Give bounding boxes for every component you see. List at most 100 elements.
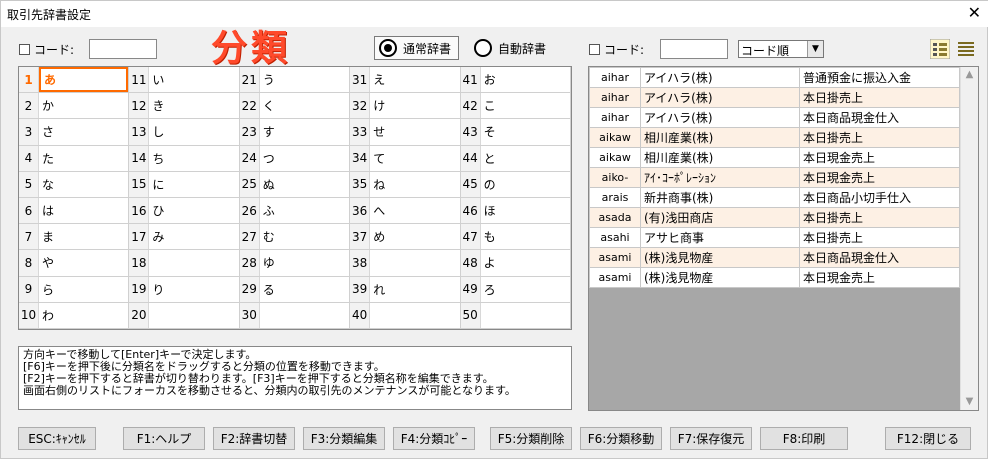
f5-delete-category-button[interactable]: F5:分類削除 (490, 427, 572, 450)
normal-dictionary-label: 通常辞書 (403, 41, 452, 56)
category-cell[interactable]: 31 え (350, 67, 461, 94)
category-cell[interactable]: 46 ほ (460, 198, 571, 225)
category-cell[interactable]: 22 く (239, 93, 351, 120)
table-row[interactable]: aihar アイハラ(株) 本日掛売上 (589, 87, 960, 108)
category-cell[interactable]: 30 (239, 302, 351, 329)
f2-switch-dictionary-button[interactable]: F2:辞書切替 (213, 427, 295, 450)
f3-edit-category-button[interactable]: F3:分類編集 (303, 427, 385, 450)
category-cell[interactable]: 38 (350, 250, 461, 277)
table-row[interactable]: aikaw 相川産業(株) 本日現金売上 (589, 147, 960, 168)
list-scrollbar[interactable]: ▲ ▼ (960, 67, 978, 410)
client-description: 本日現金売上 (799, 167, 960, 188)
category-cell[interactable]: 41 お (460, 67, 571, 94)
category-cell[interactable]: 18 (129, 250, 240, 277)
f6-move-category-button[interactable]: F6:分類移動 (580, 427, 662, 450)
category-cell[interactable]: 42 こ (460, 93, 571, 120)
left-code-checkbox[interactable]: コード: (19, 41, 74, 58)
category-cell[interactable]: 45 の (460, 171, 571, 198)
normal-dictionary-radio[interactable]: 通常辞書 (374, 36, 459, 60)
client-description: 本日商品現金仕入 (799, 247, 960, 268)
scroll-up-icon[interactable]: ▲ (961, 67, 978, 83)
right-code-checkbox[interactable]: コード: (589, 41, 644, 58)
f1-help-button[interactable]: F1:ヘルプ (123, 427, 205, 450)
category-cell[interactable]: 19 り (129, 276, 240, 303)
grid-view-icon[interactable] (930, 39, 950, 59)
category-number: 9 (19, 276, 39, 302)
category-cell[interactable]: 34 て (350, 145, 461, 172)
category-number: 49 (460, 276, 481, 302)
category-cell[interactable]: 16 ひ (129, 198, 240, 225)
table-row[interactable]: arais 新井商事(株) 本日商品小切手仕入 (589, 187, 960, 208)
checkbox-icon (589, 44, 600, 55)
f7-save-restore-button[interactable]: F7:保存復元 (670, 427, 752, 450)
category-name: ち (152, 151, 165, 166)
category-cell[interactable]: 47 も (460, 224, 571, 251)
category-cell[interactable]: 29 る (239, 276, 351, 303)
left-code-input[interactable] (89, 39, 157, 59)
f8-print-button[interactable]: F8:印刷 (760, 427, 848, 450)
esc-cancel-button[interactable]: ESC:ｷｬﾝｾﾙ (18, 427, 96, 450)
table-row[interactable]: asami (株)浅見物産 本日商品現金仕入 (589, 247, 960, 268)
category-cell[interactable]: 8や (19, 250, 130, 277)
category-cell[interactable]: 32 け (350, 93, 461, 120)
category-cell[interactable]: 6は (19, 198, 130, 225)
category-cell[interactable]: 25 ぬ (239, 171, 351, 198)
category-cell[interactable]: 49 ろ (460, 276, 571, 303)
client-name: アイハラ(株) (640, 87, 800, 108)
category-cell[interactable]: 5な (19, 171, 130, 198)
category-number: 27 (239, 224, 260, 250)
category-name: る (262, 282, 275, 297)
table-row[interactable]: aihar アイハラ(株) 普通預金に振込入金 (589, 67, 960, 88)
category-cell[interactable]: 10 わ (19, 302, 130, 329)
client-description: 本日掛売上 (799, 127, 960, 148)
f4-copy-category-button[interactable]: F4:分類ｺﾋﾟｰ (393, 427, 475, 450)
f12-close-button[interactable]: F12:閉じる (885, 427, 971, 450)
list-view-icon[interactable] (956, 39, 976, 59)
category-cell[interactable]: 17 み (129, 224, 240, 251)
category-cell[interactable]: 3さ (19, 119, 130, 146)
scroll-down-icon[interactable]: ▼ (961, 394, 978, 410)
table-row[interactable]: asami (株)浅見物産 本日現金売上 (589, 267, 960, 288)
category-cell[interactable]: 24 つ (239, 145, 351, 172)
category-cell[interactable]: 36 へ (350, 198, 461, 225)
table-row[interactable]: asahi アサヒ商事 本日掛売上 (589, 227, 960, 248)
category-cell[interactable]: 11 い (129, 67, 240, 94)
auto-dictionary-radio[interactable]: 自動辞書 (470, 36, 560, 60)
category-cell[interactable]: 1あ (19, 67, 130, 94)
category-cell[interactable]: 23 す (239, 119, 351, 146)
category-number: 18 (129, 250, 150, 276)
category-cell[interactable]: 35 ね (350, 171, 461, 198)
category-cell[interactable]: 43 そ (460, 119, 571, 146)
category-cell[interactable]: 27 む (239, 224, 351, 251)
category-cell[interactable]: 26 ふ (239, 198, 351, 225)
category-cell[interactable]: 13 し (129, 119, 240, 146)
category-number: 10 (19, 302, 39, 328)
right-code-input[interactable] (660, 39, 728, 59)
category-cell[interactable]: 37 め (350, 224, 461, 251)
category-cell[interactable]: 21 う (239, 67, 351, 94)
category-cell[interactable]: 7ま (19, 224, 130, 251)
category-cell[interactable]: 44 と (460, 145, 571, 172)
client-list: aihar アイハラ(株) 普通預金に振込入金 aihar アイハラ(株) 本日掛売上 ai… (588, 66, 979, 411)
category-cell[interactable]: 28 ゆ (239, 250, 351, 277)
category-cell[interactable]: 12 き (129, 93, 240, 120)
category-cell[interactable]: 15 に (129, 171, 240, 198)
category-cell[interactable]: 4た (19, 145, 130, 172)
category-cell[interactable]: 50 (460, 302, 571, 329)
category-cell[interactable]: 48 よ (460, 250, 571, 277)
chevron-down-icon: ▼ (807, 41, 823, 57)
category-cell[interactable]: 33 せ (350, 119, 461, 146)
sort-order-select[interactable]: コード順 ▼ (738, 40, 824, 58)
category-cell[interactable]: 20 (129, 302, 240, 329)
table-row[interactable]: aihar アイハラ(株) 本日商品現金仕入 (589, 107, 960, 128)
table-row[interactable]: asada (有)浅田商店 本日掛売上 (589, 207, 960, 228)
table-row[interactable]: aiko- ｱｲ･ｺｰﾎﾟﾚｰｼｮﾝ 本日現金売上 (589, 167, 960, 188)
category-cell[interactable]: 2か (19, 93, 130, 120)
table-row[interactable]: aikaw 相川産業(株) 本日掛売上 (589, 127, 960, 148)
category-cell[interactable]: 40 (350, 302, 461, 329)
category-cell[interactable]: 9ら (19, 276, 130, 303)
category-cell[interactable]: 14 ち (129, 145, 240, 172)
category-number: 23 (239, 119, 260, 145)
category-cell[interactable]: 39 れ (350, 276, 461, 303)
close-icon[interactable]: ✕ (968, 3, 981, 23)
